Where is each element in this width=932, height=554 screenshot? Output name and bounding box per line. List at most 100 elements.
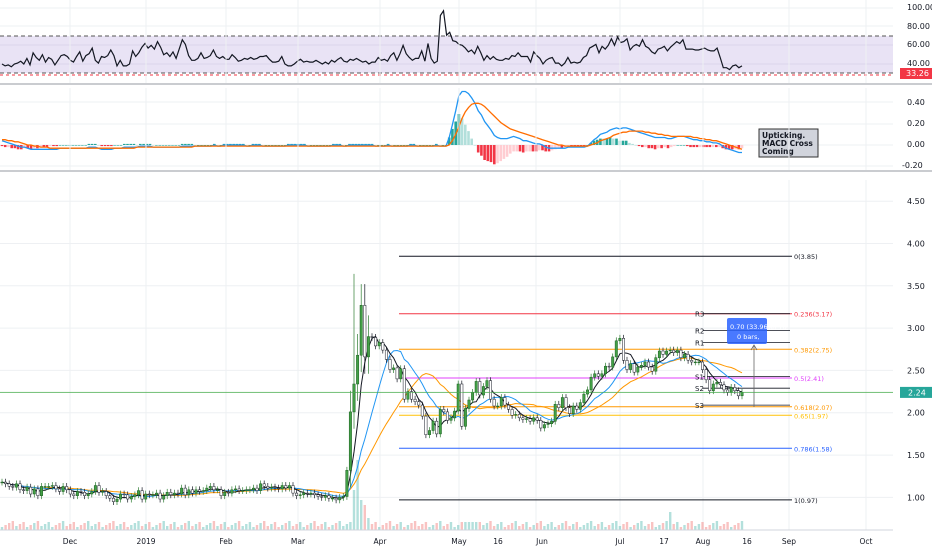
volume-bar	[435, 523, 438, 530]
macd-histogram-bar	[679, 145, 683, 146]
candle-body	[108, 495, 112, 499]
candle-body	[614, 340, 618, 358]
time-axis-label: Aug	[696, 537, 711, 546]
macd-histogram-bar	[647, 145, 650, 149]
macd-histogram-bar	[49, 145, 52, 147]
candle-body	[503, 397, 507, 406]
candle-body	[194, 489, 198, 494]
candle-body	[736, 390, 740, 397]
macd-histogram-bar	[525, 145, 528, 152]
macd-histogram-bar	[489, 145, 493, 163]
macd-histogram-bar	[682, 145, 686, 146]
candle-body	[535, 417, 539, 421]
volume-bar	[561, 523, 564, 530]
candle-body	[302, 492, 306, 496]
candle-body	[456, 383, 460, 412]
fib-level-label: 0.236(3.17)	[794, 311, 832, 319]
volume-bar	[406, 525, 410, 530]
candle-body	[155, 492, 158, 496]
fib-retracement[interactable]: 0(3.85) 0.236(3.17) 0.382(2.75) 0.5(2.41) 0.…	[0, 253, 893, 505]
macd-pane[interactable]: 0.40 0.20 0.00 -0.20 Upticking. MACD Cro…	[0, 90, 925, 171]
chart-canvas[interactable]: 100.00 80.00 60.00 40.00 33.26 0.40 0.20…	[0, 0, 932, 550]
volume-bar	[726, 522, 729, 530]
price-axis-strip[interactable]	[893, 0, 932, 550]
candle-body	[525, 418, 528, 420]
volume-bar	[108, 523, 111, 530]
volume-bar	[550, 522, 553, 530]
candle-body	[198, 489, 202, 492]
macd-histogram-bar	[467, 131, 470, 145]
candle-body	[144, 493, 148, 500]
macd-histogram-bar	[470, 138, 473, 145]
candlesticks	[0, 273, 744, 505]
volume-bar	[342, 526, 345, 530]
volume-bar	[94, 524, 97, 530]
volume-bar	[148, 522, 151, 530]
volume-bar	[54, 525, 58, 530]
volume-bar	[593, 526, 596, 530]
candle-body	[643, 361, 647, 366]
macd-histogram-bar	[148, 143, 152, 145]
tradingview-chart[interactable]: 100.00 80.00 60.00 40.00 33.26 0.40 0.20…	[0, 0, 932, 550]
candle-body	[384, 349, 388, 360]
candle-body	[478, 381, 482, 396]
macd-histogram-bar	[650, 145, 654, 149]
candle-body	[632, 363, 636, 373]
macd-histogram-bar	[65, 145, 68, 146]
volume-bar	[130, 525, 133, 530]
candle-body	[226, 492, 230, 494]
candle-body	[169, 492, 173, 496]
macd-histogram-bar	[142, 143, 145, 145]
volume-bar	[133, 523, 137, 530]
candle-body	[230, 489, 234, 494]
candle-body	[25, 486, 29, 491]
volume-bar	[532, 525, 535, 530]
measure-tool[interactable]: 0.70 (33.96%) 70 0 bars,	[727, 318, 787, 407]
macd-histogram-bar	[669, 145, 673, 148]
rsi-pane[interactable]: 100.00 80.00 60.00 40.00 33.26	[0, 3, 932, 79]
macd-histogram-bar	[695, 145, 699, 148]
volume-bar	[686, 523, 690, 530]
ma-orange-line	[1, 357, 743, 497]
macd-histogram-bar	[644, 145, 647, 148]
macd-histogram-bar	[3, 145, 7, 148]
candle-body	[11, 486, 15, 488]
candle-body	[18, 483, 22, 490]
volume-bar	[295, 524, 298, 530]
macd-histogram	[0, 114, 744, 165]
volume-bar	[115, 526, 119, 530]
candle-body	[219, 489, 223, 496]
macd-histogram-bar	[126, 143, 129, 145]
volume-bar	[255, 525, 259, 530]
candle-body	[413, 398, 417, 402]
candle-body	[201, 490, 205, 492]
volume-bar	[338, 521, 341, 530]
candle-body	[399, 368, 403, 380]
volume-bar	[690, 521, 693, 530]
candle-body	[474, 381, 478, 393]
volume-bar	[636, 523, 639, 530]
time-axis[interactable]: Dec 2019 Feb Mar Apr May 16 Jun Jul 17 Aug 16 Sep Oct	[63, 537, 873, 546]
candle-body	[557, 404, 561, 408]
price-tick: 4.00	[907, 240, 925, 249]
volume-bar	[223, 522, 226, 530]
volume-bar	[676, 522, 679, 530]
candle-body	[36, 488, 40, 496]
candle-body	[578, 402, 582, 410]
candle-body	[582, 393, 586, 403]
volume-bar	[597, 524, 600, 530]
candle-body	[424, 415, 428, 435]
pivot-label: R1	[695, 340, 704, 348]
volume-bar	[43, 524, 47, 530]
volume-bar	[661, 523, 665, 530]
volume-bar	[191, 526, 194, 530]
candle-body	[740, 392, 744, 397]
macd-histogram-bar	[496, 145, 499, 164]
candle-body	[273, 486, 277, 489]
macd-histogram-bar	[673, 145, 676, 147]
macd-histogram-bar	[518, 145, 522, 152]
candle-body	[83, 492, 87, 496]
candle-body	[366, 336, 370, 358]
price-pane[interactable]: 0(3.85) 0.236(3.17) 0.382(2.75) 0.5(2.41) 0.…	[0, 0, 932, 530]
candle-body	[654, 357, 658, 372]
